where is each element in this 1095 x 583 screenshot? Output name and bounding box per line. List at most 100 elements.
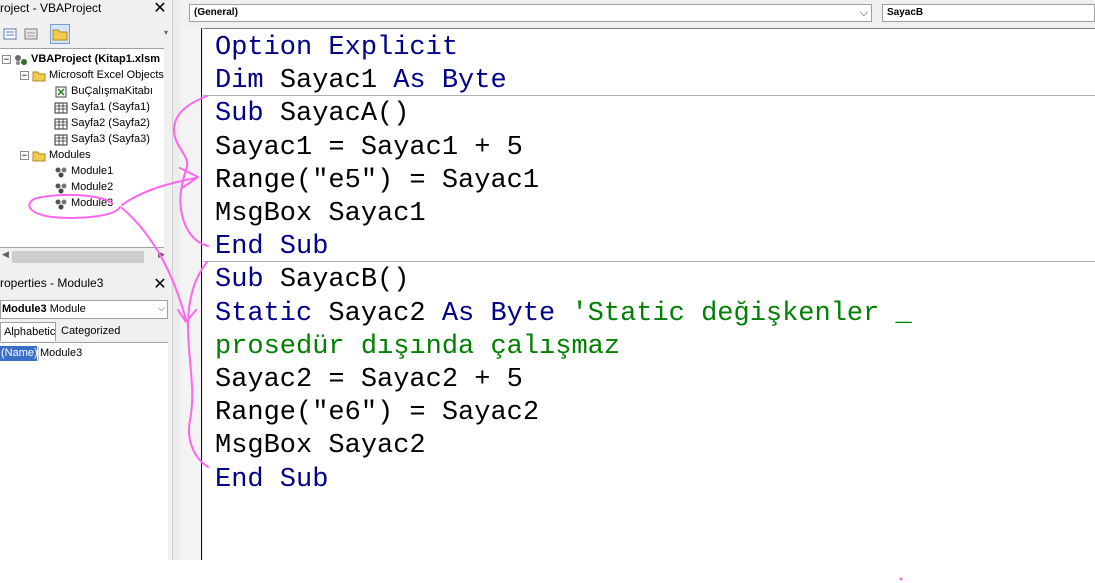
code-keyword: Sub bbox=[215, 265, 280, 296]
object-dropdown-value: (General) bbox=[194, 7, 238, 18]
code-line[interactable]: End Sub bbox=[215, 231, 328, 264]
code-window-toolbar: (General) ⌵ SayacB bbox=[180, 0, 1095, 28]
folder-icon bbox=[32, 151, 46, 161]
code-text: SayacB() bbox=[279, 265, 410, 296]
tree-item-module1[interactable]: Module1 bbox=[54, 164, 113, 179]
code-comment: prosedür dışında çalışmaz bbox=[215, 331, 621, 362]
module-icon bbox=[55, 183, 67, 193]
scroll-down-icon[interactable]: ▾ bbox=[164, 28, 168, 37]
tree-item-label: Modules bbox=[49, 149, 91, 161]
tree-item-label: Microsoft Excel Objects bbox=[49, 69, 164, 81]
procedure-separator bbox=[203, 261, 1095, 262]
code-line[interactable]: Static Sayac2 As Byte 'Static değişkenle… bbox=[215, 298, 912, 331]
code-line[interactable]: Sub SayacA() bbox=[215, 98, 409, 131]
toggle-folders-button[interactable] bbox=[50, 24, 70, 44]
view-code-icon bbox=[3, 28, 17, 40]
tree-item-sheet2[interactable]: Sayfa2 (Sayfa2) bbox=[54, 116, 150, 131]
view-code-button[interactable] bbox=[0, 24, 20, 44]
chevron-down-icon[interactable]: ⌵ bbox=[158, 301, 165, 318]
properties-grid: (Name) Module3 bbox=[0, 342, 168, 561]
tree-item-project[interactable]: − VBAProject (Kitap1.xlsm bbox=[2, 52, 160, 67]
tree-item-module3[interactable]: Module3 bbox=[54, 196, 113, 211]
procedure-dropdown[interactable]: SayacB bbox=[882, 4, 1095, 22]
chevron-down-icon[interactable]: ⌵ bbox=[860, 5, 868, 21]
scroll-left-icon[interactable]: ◀ bbox=[2, 250, 9, 260]
code-line[interactable]: Sub SayacB() bbox=[215, 264, 409, 297]
code-keyword: End Sub bbox=[215, 232, 329, 263]
project-pane-close-icon[interactable]: ✕ bbox=[151, 0, 169, 16]
code-line[interactable]: Sayac1 = Sayac1 + 5 bbox=[215, 132, 523, 165]
code-text: Sayac2 bbox=[328, 298, 442, 329]
tree-item-workbook[interactable]: BuÇalışmaKitabı bbox=[54, 84, 153, 99]
properties-pane-title: roperties - Module3 bbox=[0, 276, 104, 290]
tab-categorized[interactable]: Categorized bbox=[58, 322, 124, 341]
folder-icon bbox=[52, 29, 68, 41]
object-type: Module bbox=[49, 303, 86, 315]
code-editor[interactable]: Option Explicit Dim Sayac1 As Byte Sub Say… bbox=[203, 28, 1095, 560]
tree-item-modules[interactable]: − Modules bbox=[20, 148, 91, 163]
workbook-icon bbox=[55, 86, 67, 97]
collapse-icon[interactable]: − bbox=[2, 55, 11, 65]
collapse-icon[interactable]: − bbox=[20, 71, 29, 81]
procedure-dropdown-value: SayacB bbox=[887, 7, 924, 18]
tree-item-label: Sayfa1 (Sayfa1) bbox=[71, 101, 150, 113]
bottom-strip bbox=[0, 560, 1095, 583]
tree-item-label: VBAProject (Kitap1.xlsm bbox=[31, 53, 160, 65]
margin-indicator-bar[interactable] bbox=[180, 28, 202, 560]
module-icon bbox=[55, 199, 67, 209]
project-toolbar bbox=[0, 21, 172, 47]
pane-splitter[interactable] bbox=[172, 0, 180, 583]
code-text: Sayac2 = Sayac2 + 5 bbox=[215, 365, 523, 395]
properties-pane-close-icon[interactable]: ✕ bbox=[151, 276, 169, 292]
code-keyword: Static bbox=[215, 298, 329, 329]
project-explorer-pane: roject - VBAProject ✕ − VBAProject (Kita… bbox=[0, 0, 172, 583]
code-line[interactable]: Sayac2 = Sayac2 + 5 bbox=[215, 364, 523, 397]
code-window: (General) ⌵ SayacB Option Explicit Dim Sa… bbox=[180, 0, 1095, 560]
code-keyword: Sub bbox=[215, 99, 280, 130]
tree-item-sheet3[interactable]: Sayfa3 (Sayfa3) bbox=[54, 132, 150, 147]
tree-item-module2[interactable]: Module2 bbox=[54, 180, 113, 195]
tree-item-excel-objects[interactable]: − Microsoft Excel Objects bbox=[20, 68, 164, 83]
property-value[interactable]: Module3 bbox=[38, 346, 82, 361]
view-object-button[interactable] bbox=[21, 24, 41, 44]
tree-item-label: Sayfa2 (Sayfa2) bbox=[71, 117, 150, 129]
worksheet-icon bbox=[54, 118, 68, 129]
code-line[interactable]: prosedür dışında çalışmaz bbox=[215, 331, 620, 364]
collapse-icon[interactable]: − bbox=[20, 151, 29, 161]
code-line[interactable]: MsgBox Sayac1 bbox=[215, 198, 426, 231]
code-line[interactable]: Option Explicit bbox=[215, 32, 458, 65]
tree-item-label: Module1 bbox=[71, 165, 114, 177]
code-line[interactable]: Dim Sayac1 As Byte bbox=[215, 65, 507, 98]
code-line[interactable]: End Sub bbox=[215, 464, 328, 497]
worksheet-icon bbox=[54, 102, 68, 113]
tree-item-label: Module3 bbox=[71, 197, 114, 209]
tree-item-label: Sayfa3 (Sayfa3) bbox=[71, 133, 150, 145]
code-text: Range("e6") = Sayac2 bbox=[215, 398, 540, 429]
code-line[interactable]: MsgBox Sayac2 bbox=[215, 430, 426, 463]
tree-item-sheet1[interactable]: Sayfa1 (Sayfa1) bbox=[54, 100, 150, 115]
code-keyword: Option Explicit bbox=[215, 33, 459, 63]
scroll-right-icon[interactable]: ▶ bbox=[158, 250, 165, 260]
tree-item-label: BuÇalışmaKitabı bbox=[71, 85, 153, 97]
code-comment: 'Static değişkenler _ bbox=[571, 298, 912, 329]
code-keyword: As Byte bbox=[393, 66, 507, 97]
worksheet-icon bbox=[54, 134, 68, 145]
project-pane-title: roject - VBAProject bbox=[0, 1, 102, 15]
project-tree-horizontal-scrollbar[interactable]: ◀ ▶ bbox=[0, 248, 172, 266]
tab-alphabetic[interactable]: Alphabetic bbox=[0, 322, 56, 341]
project-tree-vertical-scrollbar[interactable]: ▾ bbox=[164, 20, 172, 250]
tree-item-label: Module2 bbox=[71, 181, 114, 193]
code-text: Range("e5") = Sayac1 bbox=[215, 165, 540, 196]
scrollbar-thumb[interactable] bbox=[12, 251, 144, 263]
object-dropdown[interactable]: (General) ⌵ bbox=[189, 4, 872, 22]
properties-tabs: Alphabetic Categorized bbox=[0, 322, 168, 342]
code-line[interactable]: Range("e6") = Sayac2 bbox=[215, 397, 539, 430]
vba-project-icon bbox=[15, 54, 27, 65]
project-tree: − VBAProject (Kitap1.xlsm − Microsoft Ex… bbox=[0, 48, 166, 248]
code-text: MsgBox Sayac1 bbox=[215, 199, 426, 229]
property-row[interactable]: (Name) Module3 bbox=[0, 346, 168, 361]
code-keyword: As Byte bbox=[441, 298, 572, 329]
code-keyword: Dim bbox=[215, 66, 280, 97]
properties-object-select[interactable]: Module3 Module ⌵ bbox=[0, 300, 168, 319]
code-line[interactable]: Range("e5") = Sayac1 bbox=[215, 165, 539, 198]
